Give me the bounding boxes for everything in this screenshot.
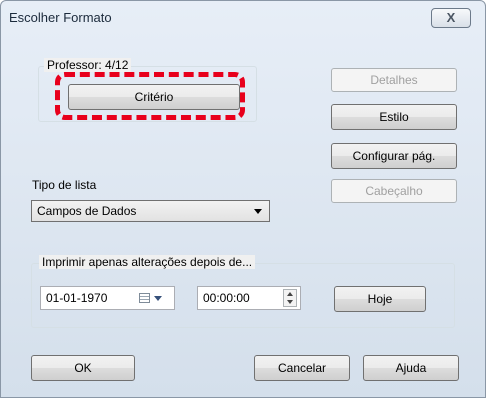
professor-legend: Professor: 4/12 <box>44 58 132 72</box>
cancelar-label: Cancelar <box>277 361 327 375</box>
close-button[interactable]: X <box>431 8 471 28</box>
time-spinner[interactable] <box>283 289 297 307</box>
date-picker[interactable]: 01-01-1970 <box>40 286 175 310</box>
hoje-button[interactable]: Hoje <box>334 286 426 312</box>
detalhes-button[interactable]: Detalhes <box>331 68 457 92</box>
chevron-down-icon <box>254 209 262 214</box>
ok-button[interactable]: OK <box>31 355 135 381</box>
print-legend: Imprimir apenas alterações depois de... <box>39 255 256 269</box>
tipo-lista-label: Tipo de lista <box>32 178 97 192</box>
spin-up-icon[interactable] <box>287 292 293 296</box>
hoje-label: Hoje <box>367 292 393 306</box>
time-value: 00:00:00 <box>203 291 250 305</box>
spin-down-icon[interactable] <box>287 300 293 304</box>
date-value: 01-01-1970 <box>46 291 108 305</box>
close-icon: X <box>446 10 456 25</box>
calendar-icon[interactable] <box>139 293 150 303</box>
date-dropdown-icon[interactable] <box>154 296 162 301</box>
window-title: Escolher Formato <box>9 10 112 25</box>
estilo-button[interactable]: Estilo <box>331 104 457 130</box>
cabecalho-label: Cabeçalho <box>365 184 423 198</box>
ajuda-button[interactable]: Ajuda <box>363 355 459 381</box>
configurar-pagina-button[interactable]: Configurar pág. <box>331 143 457 169</box>
tipo-lista-select[interactable]: Campos de Dados <box>31 200 270 222</box>
ajuda-label: Ajuda <box>395 361 427 375</box>
title-bar[interactable]: Escolher Formato X <box>1 1 485 31</box>
highlight-annotation <box>55 72 245 120</box>
detalhes-label: Detalhes <box>370 73 418 87</box>
cabecalho-button[interactable]: Cabeçalho <box>331 179 457 203</box>
ok-label: OK <box>74 361 92 375</box>
configurar-label: Configurar pág. <box>352 149 436 163</box>
tipo-lista-value: Campos de Dados <box>37 204 137 218</box>
estilo-label: Estilo <box>379 110 409 124</box>
cancelar-button[interactable]: Cancelar <box>254 355 350 381</box>
time-input[interactable]: 00:00:00 <box>197 286 301 310</box>
